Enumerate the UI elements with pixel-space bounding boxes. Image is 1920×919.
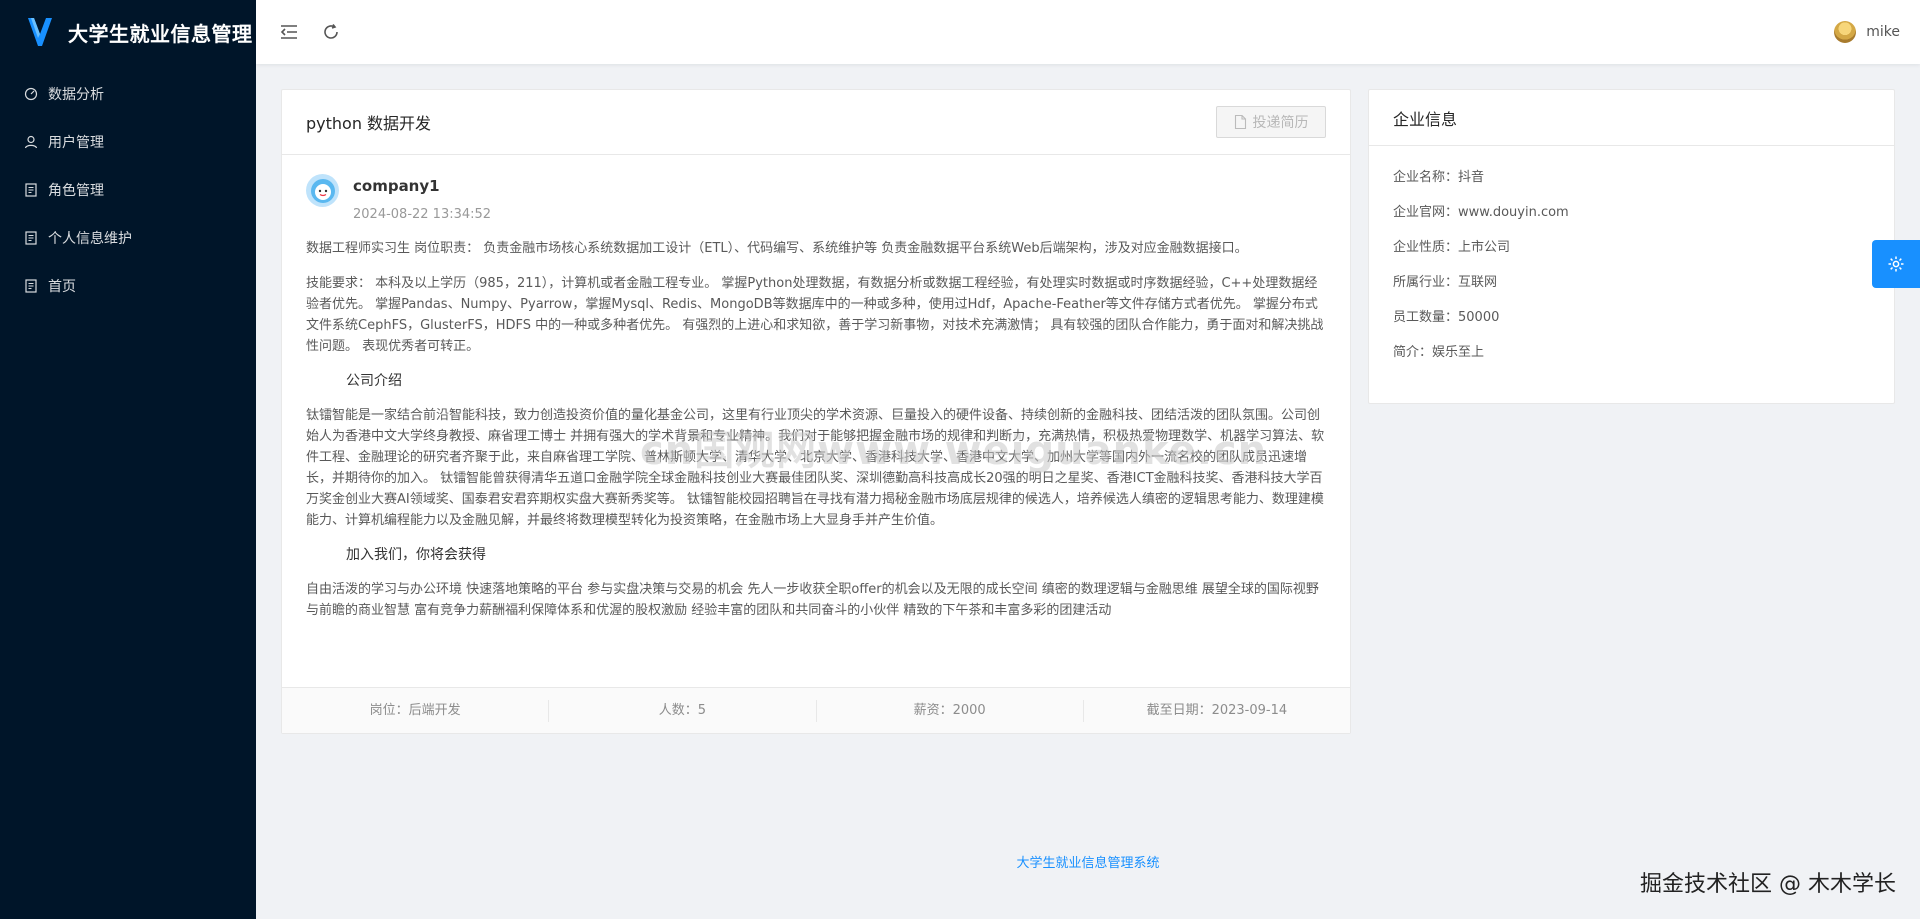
company-industry-field: 所属行业：互联网 xyxy=(1393,275,1498,290)
user-menu[interactable]: mike xyxy=(1834,21,1900,43)
job-card-footer: 岗位：后端开发 人数：5 薪资：2000 截至日期：2023-09-14 xyxy=(282,687,1350,733)
sidebar-item-data-analysis[interactable]: 数据分析 xyxy=(0,70,256,118)
refresh-icon xyxy=(324,24,338,39)
logo[interactable]: 大学生就业信息管理 xyxy=(0,0,256,64)
file-icon xyxy=(1234,115,1246,129)
sidebar-item-profile[interactable]: 个人信息维护 xyxy=(0,214,256,262)
join-heading: 加入我们，你将会获得 xyxy=(346,547,486,563)
apply-resume-label: 投递简历 xyxy=(1252,115,1309,131)
company-website-field: 企业官网：www.douyin.com xyxy=(1393,205,1569,220)
company-intro-heading: 公司介绍 xyxy=(346,373,402,389)
apply-resume-button[interactable]: 投递简历 xyxy=(1216,106,1326,138)
job-detail-card: python 数据开发 投递简历 company1 2024-08-22 13:… xyxy=(281,89,1351,734)
username: mike xyxy=(1866,24,1900,40)
company-intro-field: 简介：娱乐至上 xyxy=(1393,345,1485,360)
company-info-heading: 企业信息 xyxy=(1369,90,1894,146)
document-icon xyxy=(25,231,37,245)
document-icon xyxy=(25,183,37,197)
job-salary: 薪资：2000 xyxy=(817,699,1084,722)
sidebar-item-home[interactable]: 首页 xyxy=(0,262,256,310)
job-card-header: python 数据开发 投递简历 xyxy=(282,90,1350,155)
dashboard-icon xyxy=(24,87,38,101)
company-intro-text: 钛镭智能是一家结合前沿智能科技，致力创造投资价值的量化基金公司，这里有行业顶尖的… xyxy=(306,408,1325,528)
sidebar-item-label: 数据分析 xyxy=(48,87,104,103)
app-title: 大学生就业信息管理 xyxy=(68,21,253,46)
sidebar: 大学生就业信息管理 数据分析 用户管理 角色管理 个人信息维护 首页 xyxy=(0,0,256,919)
job-duty-text: 数据工程师实习生 岗位职责： 负责金融市场核心系统数据加工设计（ETL）、代码编… xyxy=(306,241,1248,256)
sidebar-item-role-management[interactable]: 角色管理 xyxy=(0,166,256,214)
user-icon xyxy=(24,135,38,149)
settings-button[interactable] xyxy=(1872,240,1920,288)
sidebar-item-label: 首页 xyxy=(48,279,76,295)
sidebar-item-label: 个人信息维护 xyxy=(48,231,132,247)
bottom-right-watermark: 掘金技术社区 @ 木木学长 xyxy=(1640,872,1896,897)
sidebar-menu: 数据分析 用户管理 角色管理 个人信息维护 首页 xyxy=(0,70,256,310)
menu-fold-button[interactable] xyxy=(278,21,300,43)
job-skills-text: 技能要求： 本科及以上学历（985，211），计算机或者金融工程专业。 掌握Py… xyxy=(306,276,1324,354)
join-benefits-text: 自由活泼的学习与办公环境 快速落地策略的平台 参与实盘决策与交易的机会 先人一步… xyxy=(306,582,1319,618)
refresh-button[interactable] xyxy=(320,21,342,43)
job-title: python 数据开发 xyxy=(306,114,432,133)
company-info-card: 企业信息 企业名称：抖音 企业官网：www.douyin.com 企业性质：上市… xyxy=(1368,89,1895,404)
job-headcount: 人数：5 xyxy=(549,699,817,722)
job-card-body: company1 2024-08-22 13:34:52 数据工程师实习生 岗位… xyxy=(282,155,1350,621)
sidebar-item-label: 用户管理 xyxy=(48,135,104,151)
company-nature-field: 企业性质：上市公司 xyxy=(1393,240,1511,255)
company-info-list: 企业名称：抖音 企业官网：www.douyin.com 企业性质：上市公司 所属… xyxy=(1369,146,1894,370)
sidebar-item-user-management[interactable]: 用户管理 xyxy=(0,118,256,166)
app-logo-icon xyxy=(28,18,52,46)
company-avatar xyxy=(306,174,339,207)
avatar xyxy=(1834,21,1857,43)
company-name-field: 企业名称：抖音 xyxy=(1393,170,1485,185)
job-deadline: 截至日期：2023-09-14 xyxy=(1146,702,1288,718)
top-header: mike xyxy=(256,0,1920,64)
menu-fold-icon xyxy=(280,25,297,39)
company-name: company1 xyxy=(353,177,440,195)
company-employees-field: 员工数量：50000 xyxy=(1393,310,1500,325)
job-position: 岗位：后端开发 xyxy=(282,699,550,722)
document-icon xyxy=(25,279,37,293)
gear-icon xyxy=(1888,256,1904,272)
sidebar-item-label: 角色管理 xyxy=(48,183,104,199)
company-logo-icon xyxy=(310,178,335,203)
posted-time: 2024-08-22 13:34:52 xyxy=(353,207,492,222)
company-meta: company1 2024-08-22 13:34:52 xyxy=(306,173,1326,222)
